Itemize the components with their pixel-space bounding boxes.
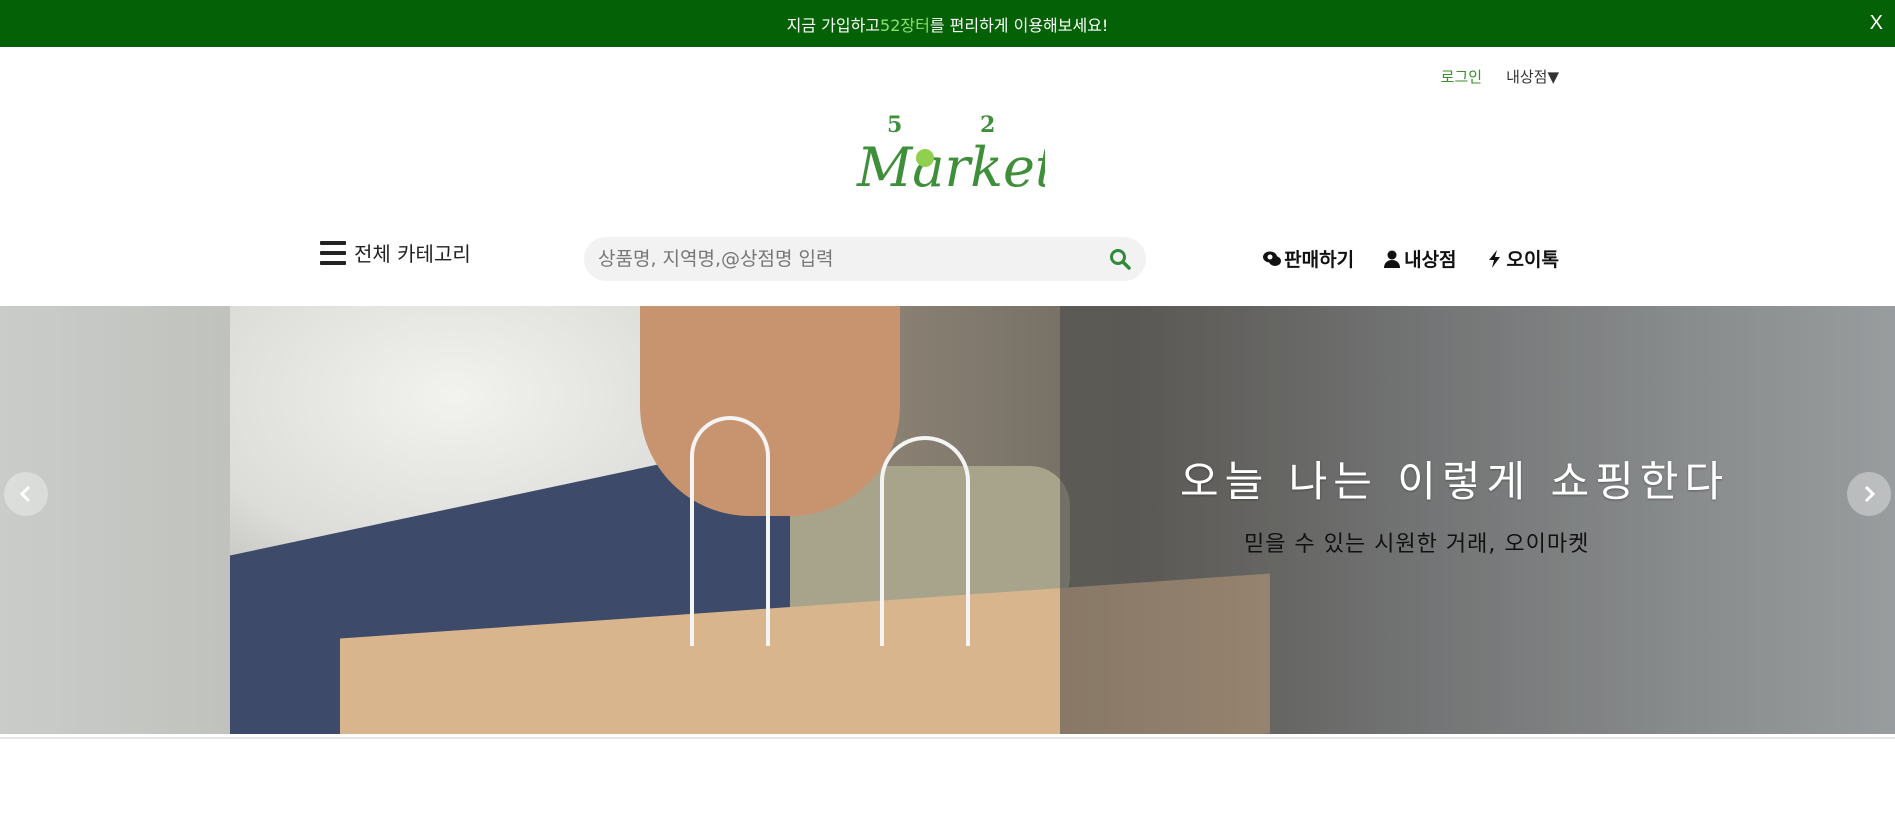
category-label: 전체 카테고리 [354,242,471,266]
user-icon [1384,250,1401,268]
signup-text-before: 지금 가입하고 [786,15,881,35]
carousel-next-button[interactable] [1847,472,1891,516]
site-logo[interactable]: 5 2 Market [855,108,1057,199]
sell-button[interactable]: 판매하기 [1262,245,1354,272]
search-icon[interactable] [1108,247,1132,271]
banner-photo-arm [640,306,900,516]
hero-banner[interactable]: 오늘 나는 이렇게 쇼핑한다 믿을 수 있는 시원한 거래, 오이마켓 [0,306,1895,734]
main-nav: 전체 카테고리 판매하기 내상점 오 [0,232,1895,282]
signup-highlight: 52장터 [880,15,930,35]
logo-digit-2: 2 [980,112,995,138]
logo-cucumber-icon [916,149,934,167]
market-logo-icon: 5 2 Market [856,112,1057,199]
banner-subtitle: 믿을 수 있는 시원한 거래, 오이마켓 [1244,532,1590,557]
mystore-dropdown[interactable]: 내상점▼ [1506,66,1559,87]
utility-links: 로그인 내상점▼ [1441,66,1559,87]
category-menu-button[interactable]: 전체 카테고리 [320,238,471,267]
carousel-prev-button[interactable] [4,472,48,516]
mystore-button[interactable]: 내상점 [1382,245,1457,272]
section-divider [0,737,1895,739]
chevron-left-icon [19,485,31,503]
login-link[interactable]: 로그인 [1441,66,1482,87]
banner-title: 오늘 나는 이렇게 쇼핑한다 [1180,457,1730,506]
bolt-icon [1488,249,1500,268]
banner-overlay [1060,306,1895,734]
logo-digit-5: 5 [887,112,902,138]
banner-photo-bag-handle [880,436,970,646]
search-bar [584,237,1146,281]
oitalk-button[interactable]: 오이톡 [1485,245,1559,272]
mystore-label: 내상점 [1404,249,1457,271]
signup-text-after: 를 편리하게 이용해보세요! [929,15,1109,35]
chevron-right-icon [1864,485,1876,503]
signup-banner: 지금 가입하고 52장터 를 편리하게 이용해보세요! X [0,0,1895,47]
sell-label: 판매하기 [1284,249,1355,271]
chat-icon [1263,251,1282,266]
hamburger-icon [320,240,346,265]
banner-photo-bag-handle [690,416,770,646]
search-input[interactable] [598,248,1108,270]
logo-wordmark: Market [856,136,1045,198]
close-banner-button[interactable]: X [1870,12,1883,35]
oitalk-label: 오이톡 [1506,249,1559,271]
header-actions: 판매하기 내상점 오이톡 [1262,245,1559,272]
